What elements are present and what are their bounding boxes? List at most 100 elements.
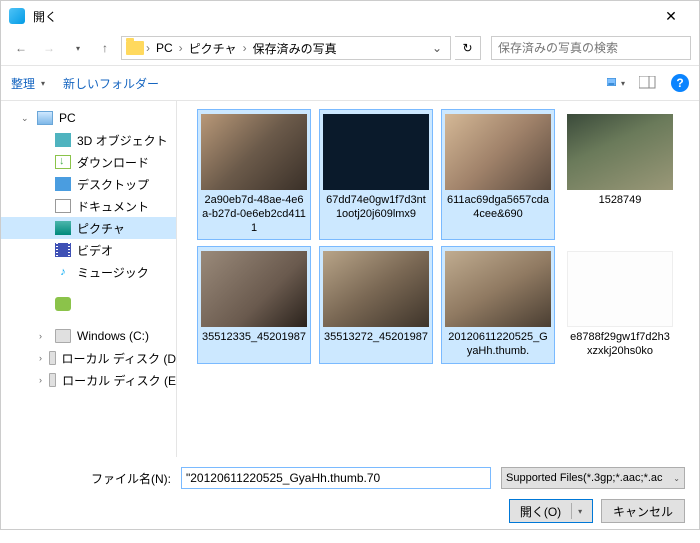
- tree-item-Windows (C:)[interactable]: › Windows (C:): [1, 325, 176, 347]
- thumbnail: [445, 114, 551, 190]
- desk-icon: [55, 177, 71, 191]
- tree-item-ダウンロード[interactable]: ダウンロード: [1, 151, 176, 173]
- file-name: 35512335_45201987: [202, 331, 306, 345]
- file-item[interactable]: 35513272_45201987: [319, 246, 433, 364]
- title-bar: 開く ✕: [1, 1, 699, 31]
- chevron-right-icon: ›: [179, 41, 183, 55]
- chevron-right-icon: ›: [39, 331, 49, 341]
- tree-item-label: デスクトップ: [77, 176, 149, 193]
- chevron-right-icon: ›: [146, 41, 150, 55]
- tree-item-ローカル ディスク (E[interactable]: › ローカル ディスク (E: [1, 369, 176, 391]
- file-name: 2a90eb7d-48ae-4e6a-b27d-0e6eb2cd4111: [202, 194, 306, 235]
- drv-icon: [55, 329, 71, 343]
- refresh-button[interactable]: ↻: [455, 36, 481, 60]
- tree-item-デスクトップ[interactable]: デスクトップ: [1, 173, 176, 195]
- tree-item-3D オブジェクト[interactable]: 3D オブジェクト: [1, 129, 176, 151]
- drv-icon: [49, 373, 56, 387]
- tree-item-app[interactable]: [1, 293, 176, 315]
- address-dropdown[interactable]: ⌄: [428, 41, 446, 55]
- filename-input[interactable]: [181, 467, 491, 489]
- tree-item-label: ローカル ディスク (E: [62, 372, 176, 389]
- file-item[interactable]: 611ac69dga5657cda4cee&690: [441, 109, 555, 240]
- up-button[interactable]: ↑: [93, 36, 117, 60]
- thumbnail: [201, 114, 307, 190]
- organize-menu[interactable]: 整理▾: [11, 75, 45, 92]
- file-name: 611ac69dga5657cda4cee&690: [446, 194, 550, 222]
- file-item[interactable]: 35512335_45201987: [197, 246, 311, 364]
- search-box[interactable]: [491, 36, 691, 60]
- chevron-down-icon: ⌄: [21, 113, 31, 124]
- file-name: 67dd74e0gw1f7d3nt1ootj20j609lmx9: [324, 194, 428, 222]
- view-menu[interactable]: ▾: [607, 75, 625, 91]
- tree-item-ビデオ[interactable]: ビデオ: [1, 239, 176, 261]
- dl-icon: [55, 155, 71, 169]
- crumb-saved-photos[interactable]: 保存済みの写真: [249, 40, 341, 57]
- chevron-right-icon: ›: [243, 41, 247, 55]
- chevron-right-icon: ›: [39, 375, 43, 385]
- close-button[interactable]: ✕: [651, 8, 691, 25]
- vid-icon: [55, 243, 71, 257]
- crumb-pc[interactable]: PC: [152, 41, 177, 55]
- mus-icon: ♪: [55, 265, 71, 279]
- file-name: 20120611220525_GyaHh.thumb.: [446, 331, 550, 359]
- app-icon: [9, 8, 25, 24]
- file-item[interactable]: 67dd74e0gw1f7d3nt1ootj20j609lmx9: [319, 109, 433, 240]
- help-button[interactable]: ?: [671, 74, 689, 92]
- tree-item-label: ダウンロード: [77, 154, 149, 171]
- chevron-right-icon: ›: [39, 353, 43, 363]
- file-name: 35513272_45201987: [324, 331, 428, 345]
- file-item[interactable]: 1528749: [563, 109, 677, 240]
- window-title: 開く: [33, 8, 651, 25]
- file-name: e8788f29gw1f7d2h3xzxkj20hs0ko: [568, 331, 672, 359]
- navigation-pane[interactable]: ⌄ PC3D オブジェクトダウンロードデスクトップドキュメントピクチャビデオ ♪ ミュ…: [1, 101, 177, 457]
- chevron-down-icon: ⌄: [673, 474, 680, 483]
- file-item[interactable]: 2a90eb7d-48ae-4e6a-b27d-0e6eb2cd4111: [197, 109, 311, 240]
- tree-item-label: ドキュメント: [77, 198, 149, 215]
- tree-item-label: ミュージック: [77, 264, 149, 281]
- app-icon: [55, 297, 71, 311]
- tree-item-label: PC: [59, 111, 76, 125]
- file-name: 1528749: [599, 194, 642, 208]
- file-item[interactable]: 20120611220525_GyaHh.thumb.: [441, 246, 555, 364]
- tree-item-label: Windows (C:): [77, 329, 149, 343]
- preview-pane-button[interactable]: [639, 75, 657, 91]
- file-list[interactable]: 2a90eb7d-48ae-4e6a-b27d-0e6eb2cd4111 67dd…: [177, 101, 699, 457]
- thumbnail: [323, 251, 429, 327]
- crumb-pictures[interactable]: ピクチャ: [185, 40, 241, 57]
- thumbnail: [201, 251, 307, 327]
- filter-label: Supported Files(*.3gp;*.aac;*.ac: [506, 472, 663, 484]
- file-type-filter[interactable]: Supported Files(*.3gp;*.aac;*.ac ⌄: [501, 467, 685, 489]
- tree-item-ピクチャ[interactable]: ピクチャ: [1, 217, 176, 239]
- footer: ファイル名(N): Supported Files(*.3gp;*.aac;*.…: [1, 457, 699, 543]
- tree-item-ドキュメント[interactable]: ドキュメント: [1, 195, 176, 217]
- pc-icon: [37, 111, 53, 125]
- drv-icon: [49, 351, 56, 365]
- file-item[interactable]: e8788f29gw1f7d2h3xzxkj20hs0ko: [563, 246, 677, 364]
- toolbar: 整理▾ 新しいフォルダー ▾ ?: [1, 65, 699, 101]
- back-button[interactable]: ←: [9, 36, 33, 60]
- nav-row: ← → ▾ ↑ › PC › ピクチャ › 保存済みの写真 ⌄ ↻: [1, 31, 699, 65]
- filename-label: ファイル名(N):: [91, 470, 171, 487]
- thumbnail: [445, 251, 551, 327]
- forward-button[interactable]: →: [37, 36, 61, 60]
- thumbnail: [567, 251, 673, 327]
- address-bar[interactable]: › PC › ピクチャ › 保存済みの写真 ⌄: [121, 36, 451, 60]
- 3d-icon: [55, 133, 71, 147]
- doc-icon: [55, 199, 71, 213]
- tree-item-PC[interactable]: ⌄ PC: [1, 107, 176, 129]
- pic-icon: [55, 221, 71, 235]
- recent-dropdown[interactable]: ▾: [65, 36, 89, 60]
- tree-item-ローカル ディスク (D[interactable]: › ローカル ディスク (D: [1, 347, 176, 369]
- tree-item-label: 3D オブジェクト: [77, 132, 168, 149]
- new-folder-button[interactable]: 新しいフォルダー: [63, 75, 159, 92]
- thumbnail: [567, 114, 673, 190]
- cancel-button[interactable]: キャンセル: [601, 499, 685, 523]
- folder-icon: [126, 41, 144, 55]
- open-button[interactable]: 開く(O) ▾: [509, 499, 593, 523]
- tree-item-label: ピクチャ: [77, 220, 125, 237]
- thumbnail: [323, 114, 429, 190]
- tree-item-ミュージック[interactable]: ♪ ミュージック: [1, 261, 176, 283]
- search-input[interactable]: [498, 41, 684, 55]
- chevron-down-icon: ▾: [578, 507, 582, 516]
- tree-item-label: ローカル ディスク (D: [62, 350, 177, 367]
